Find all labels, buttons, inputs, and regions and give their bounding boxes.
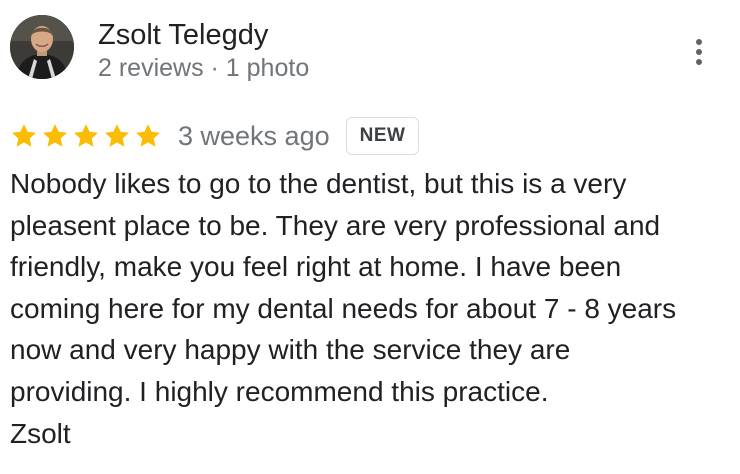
- review-time: 3 weeks ago: [178, 120, 330, 151]
- review-text: Nobody likes to go to the dentist, but t…: [10, 168, 677, 449]
- star-icon: [73, 124, 99, 147]
- star-rating: [10, 122, 165, 150]
- new-badge: NEW: [345, 117, 420, 155]
- author-meta: 2 reviews · 1 photo: [98, 54, 310, 82]
- rating-row: 3 weeks ago NEW: [10, 116, 420, 156]
- review-card: Zsolt Telegdy 2 reviews · 1 photo 3 week…: [0, 0, 740, 474]
- star-icon: [135, 124, 161, 147]
- author-name[interactable]: Zsolt Telegdy: [98, 18, 268, 52]
- more-options-button[interactable]: [684, 34, 716, 70]
- author-avatar[interactable]: [10, 15, 74, 79]
- avatar-photo: [10, 15, 74, 79]
- star-icon: [11, 124, 37, 147]
- star-icon: [104, 124, 130, 147]
- star-icon: [42, 124, 68, 147]
